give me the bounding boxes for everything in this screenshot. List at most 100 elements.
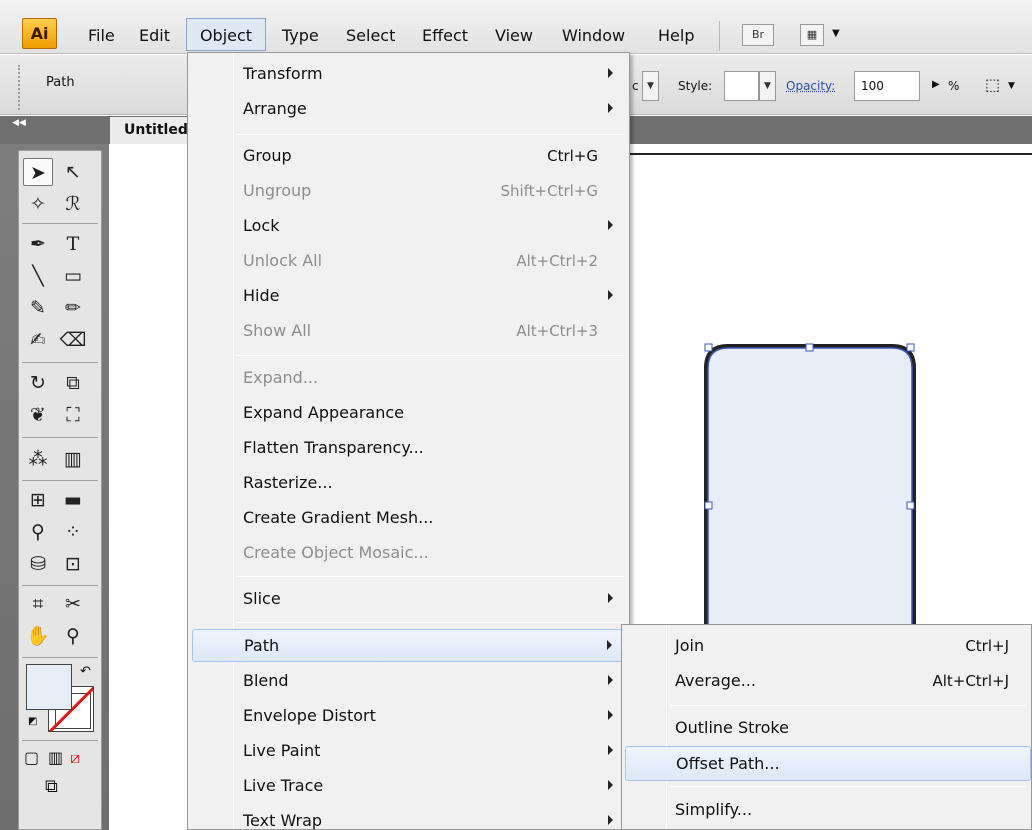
menu-type[interactable]: Type	[282, 23, 319, 49]
bounding-box-handle[interactable]	[704, 343, 713, 352]
menu-item-flatten-transparency[interactable]: Flatten Transparency...	[192, 432, 627, 465]
blob-brush-tool-icon[interactable]: ✍	[23, 326, 53, 354]
stroke-profile-dropdown[interactable]: ▼	[642, 71, 659, 101]
bounding-box-handle[interactable]	[906, 501, 915, 510]
menu-item-arrange[interactable]: Arrange	[192, 93, 627, 126]
magic-wand-tool-icon[interactable]: ✧	[23, 190, 53, 218]
warp-tool-icon[interactable]: ❦	[23, 401, 53, 429]
menu-item-blend[interactable]: Blend	[192, 665, 627, 698]
color-mode-icon[interactable]: ▢	[24, 748, 39, 767]
menu-item-join[interactable]: Join Ctrl+J	[625, 629, 1031, 664]
menu-item-create-gradient-mesh[interactable]: Create Gradient Mesh...	[192, 502, 627, 535]
bridge-button[interactable]: Br	[742, 24, 774, 46]
live-paint-bucket-tool-icon[interactable]: ⛁	[23, 550, 53, 578]
menu-window[interactable]: Window	[562, 23, 625, 49]
direct-selection-tool-icon[interactable]: ↖	[58, 158, 88, 186]
menu-item-average[interactable]: Average... Alt+Ctrl+J	[625, 664, 1031, 699]
gradient-mode-icon[interactable]: ▥	[48, 748, 63, 767]
zoom-tool-icon[interactable]: ⚲	[58, 622, 88, 650]
artboard-border	[626, 153, 1032, 155]
opacity-slider-arrow-icon[interactable]: ▶	[932, 79, 940, 90]
pen-tool-icon[interactable]: ✒	[23, 230, 53, 258]
menu-item-outline-stroke[interactable]: Outline Stroke	[625, 711, 1031, 746]
screen-mode-icon[interactable]: ⧉	[45, 776, 58, 797]
gradient-tool-icon[interactable]: ▬	[58, 486, 88, 514]
selection-tool-icon[interactable]: ➤	[23, 158, 53, 186]
menu-item-offset-path[interactable]: Offset Path...	[625, 746, 1031, 781]
menu-item-label: Expand Appearance	[243, 403, 404, 422]
blend-tool-icon[interactable]: ⁘	[58, 518, 88, 546]
document-tab[interactable]: Untitled	[110, 117, 198, 144]
line-segment-tool-icon[interactable]: ╲	[23, 262, 53, 290]
rectangle-tool-icon[interactable]: ▭	[58, 262, 88, 290]
menu-item-label: Unlock All	[243, 251, 323, 270]
bridge-icon: Br	[751, 28, 765, 41]
arrange-documents-button[interactable]: ▦	[800, 24, 824, 46]
mesh-tool-icon[interactable]: ⊞	[23, 486, 53, 514]
menu-item-transform[interactable]: Transform	[192, 58, 627, 91]
menu-item-lock[interactable]: Lock	[192, 210, 627, 243]
menu-item-label: Live Trace	[243, 776, 324, 795]
panel-grip[interactable]	[18, 65, 24, 110]
pencil-tool-icon[interactable]: ✏	[58, 294, 88, 322]
menu-item-path[interactable]: Path	[192, 629, 627, 662]
transform-reference-icon[interactable]: ⬚	[985, 75, 1000, 94]
menu-item-shortcut: Alt+Ctrl+2	[516, 252, 598, 270]
menu-item-envelope-distort[interactable]: Envelope Distort	[192, 700, 627, 733]
swap-colors-icon[interactable]: ↶	[80, 664, 91, 679]
style-dropdown[interactable]: ▼	[759, 71, 776, 101]
slice-tool-icon[interactable]: ✂	[58, 590, 88, 618]
opacity-label[interactable]: Opacity:	[786, 79, 835, 93]
menu-item-expand-appearance[interactable]: Expand Appearance	[192, 397, 627, 430]
free-transform-tool-icon[interactable]: ⛶	[58, 401, 88, 429]
paintbrush-tool-icon[interactable]: ✎	[23, 294, 53, 322]
hand-tool-icon[interactable]: ✋	[23, 622, 53, 650]
chevron-down-icon[interactable]: ▼	[1008, 81, 1015, 91]
menu-item-label: Blend	[243, 671, 289, 690]
bounding-box-handle[interactable]	[906, 343, 915, 352]
submenu-arrow-icon	[608, 103, 613, 113]
menu-separator	[236, 622, 624, 623]
default-colors-icon[interactable]: ◩	[28, 716, 37, 727]
menu-item-group[interactable]: Group Ctrl+G	[192, 140, 627, 173]
menu-item-label: Flatten Transparency...	[243, 438, 424, 457]
opacity-input[interactable]: 100	[854, 71, 920, 101]
fill-color-swatch[interactable]	[26, 664, 72, 710]
menu-object[interactable]: Object	[186, 18, 266, 51]
scale-tool-icon[interactable]: ⧉	[58, 369, 88, 397]
menu-item-live-trace[interactable]: Live Trace	[192, 770, 627, 803]
collapse-panel-icon[interactable]: ◀◀	[12, 116, 26, 130]
menu-view[interactable]: View	[495, 23, 533, 49]
menu-item-text-wrap[interactable]: Text Wrap	[192, 805, 627, 830]
symbol-sprayer-tool-icon[interactable]: ⁂	[23, 445, 53, 473]
menu-item-live-paint[interactable]: Live Paint	[192, 735, 627, 768]
style-swatch[interactable]	[724, 71, 759, 101]
menu-item-label: Envelope Distort	[243, 706, 376, 725]
menu-item-label: Live Paint	[243, 741, 321, 760]
artboard-tool-icon[interactable]: ⌗	[23, 590, 53, 618]
menu-item-slice[interactable]: Slice	[192, 583, 627, 616]
type-tool-icon[interactable]: T	[58, 230, 88, 258]
menu-help[interactable]: Help	[658, 23, 694, 49]
live-paint-selection-tool-icon[interactable]: ⊡	[58, 550, 88, 578]
eraser-tool-icon[interactable]: ⌫	[58, 326, 88, 354]
menu-item-rasterize[interactable]: Rasterize...	[192, 467, 627, 500]
chevron-down-icon[interactable]: ▼	[832, 28, 840, 39]
bounding-box-handle[interactable]	[704, 501, 713, 510]
eyedropper-tool-icon[interactable]: ⚲	[23, 518, 53, 546]
bounding-box-handle[interactable]	[805, 343, 814, 352]
menu-file[interactable]: File	[88, 23, 115, 49]
none-mode-icon[interactable]: ⧄	[70, 748, 80, 768]
submenu-arrow-icon	[608, 290, 613, 300]
menu-effect[interactable]: Effect	[422, 23, 468, 49]
menu-edit[interactable]: Edit	[139, 23, 170, 49]
rotate-tool-icon[interactable]: ↻	[23, 369, 53, 397]
menu-item-label: Slice	[243, 589, 281, 608]
menu-item-simplify[interactable]: Simplify...	[625, 793, 1031, 828]
menu-item-shortcut: Alt+Ctrl+J	[932, 672, 1009, 690]
menu-select[interactable]: Select	[346, 23, 395, 49]
column-graph-tool-icon[interactable]: ▥	[58, 445, 88, 473]
menu-item-hide[interactable]: Hide	[192, 280, 627, 313]
lasso-tool-icon[interactable]: ℛ	[58, 190, 88, 218]
menu-item-label: Arrange	[243, 99, 307, 118]
